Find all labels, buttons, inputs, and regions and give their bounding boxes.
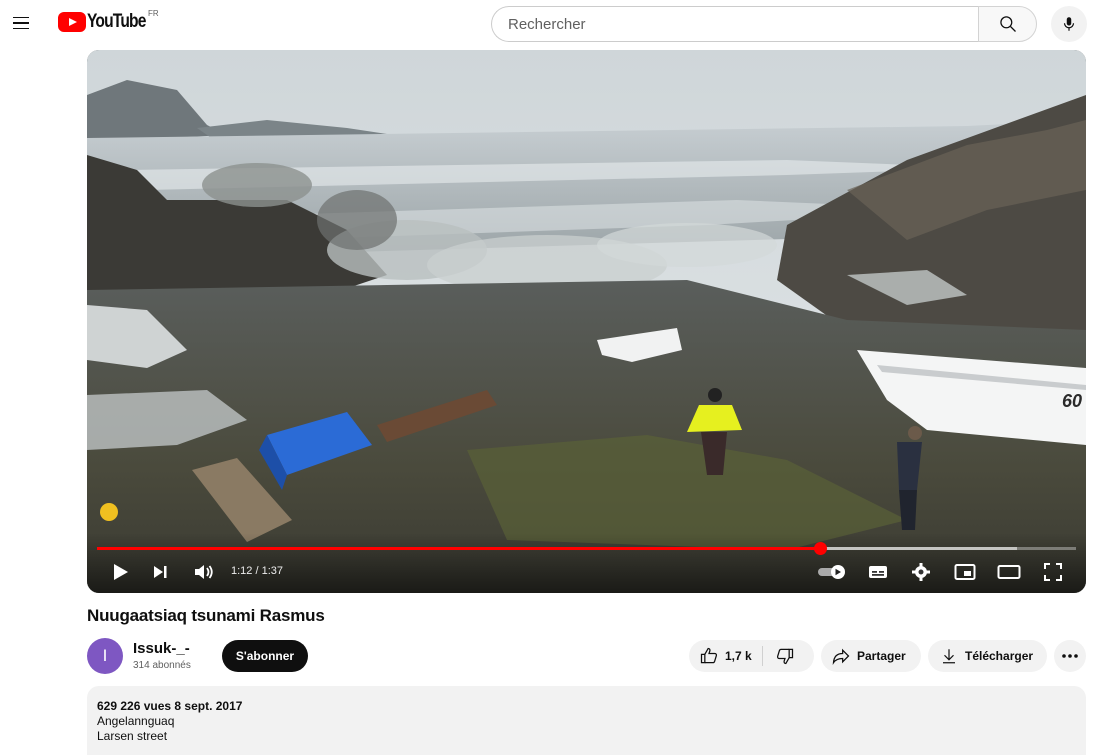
region-code: FR: [148, 9, 159, 18]
next-button[interactable]: [149, 560, 171, 584]
volume-icon: [195, 565, 213, 579]
share-icon: [832, 648, 850, 665]
progress-scrubber-handle[interactable]: [813, 542, 827, 555]
youtube-logo[interactable]: YouTube: [58, 11, 158, 33]
theater-mode-icon: [997, 565, 1021, 579]
play-icon: [114, 564, 128, 580]
autoplay-toggle[interactable]: [815, 560, 849, 584]
volume-button[interactable]: [191, 560, 217, 584]
description-box[interactable]: 629 226 vues 8 sept. 2017 Angelannguaq L…: [87, 686, 1086, 755]
view-count-and-date: 629 226 vues 8 sept. 2017: [97, 699, 243, 713]
video-player[interactable]: 60 1:12 / 1:37: [87, 50, 1086, 593]
progress-bar[interactable]: [97, 542, 1076, 555]
more-horizontal-icon: [1062, 654, 1078, 658]
search-input[interactable]: [491, 6, 978, 42]
search-button[interactable]: [978, 6, 1037, 42]
youtube-play-logo-icon: [58, 12, 86, 32]
play-button[interactable]: [109, 560, 131, 584]
gear-icon: [912, 563, 930, 581]
subscribe-button[interactable]: S'abonner: [222, 640, 308, 672]
download-button[interactable]: Télécharger: [928, 640, 1047, 672]
microphone-icon: [1063, 17, 1075, 31]
boat-number: 60: [1062, 391, 1082, 411]
video-title: Nuugaatsiaq tsunami Rasmus: [87, 606, 325, 625]
played-bar: [97, 547, 820, 550]
subtitles-icon: [869, 566, 887, 578]
subscriber-count: 314 abonnés: [133, 660, 191, 671]
theater-mode-button[interactable]: [996, 560, 1022, 584]
autoplay-toggle-icon: [818, 565, 845, 579]
thumbs-down-icon: [776, 648, 793, 665]
dislike-button[interactable]: [763, 646, 795, 666]
more-actions-button[interactable]: [1054, 640, 1086, 672]
fullscreen-icon: [1044, 563, 1062, 581]
like-count: 1,7 k: [725, 649, 752, 663]
player-controls-gradient: [87, 533, 1086, 593]
fullscreen-button[interactable]: [1041, 560, 1065, 584]
video-frame: 60: [87, 50, 1086, 593]
description-line: Larsen street: [97, 729, 168, 743]
voice-search-button[interactable]: [1051, 6, 1087, 42]
subtitles-button[interactable]: [867, 560, 889, 584]
description-line: Angelannguaq: [97, 714, 175, 728]
search-bar: [491, 6, 1037, 42]
download-label: Télécharger: [965, 649, 1034, 663]
share-label: Partager: [857, 649, 906, 663]
time-display: 1:12 / 1:37: [231, 565, 283, 577]
logo-text: YouTube: [87, 11, 146, 32]
like-dislike-group: 1,7 k: [689, 640, 814, 672]
settings-button[interactable]: [910, 560, 932, 584]
channel-avatar[interactable]: I: [87, 638, 123, 674]
miniplayer-icon: [954, 564, 976, 580]
hamburger-menu-icon[interactable]: [13, 12, 35, 34]
thumbs-up-icon: [700, 647, 718, 664]
like-button[interactable]: 1,7 k: [689, 646, 763, 666]
channel-name[interactable]: Issuk-_-: [133, 640, 190, 657]
next-icon: [154, 566, 167, 578]
share-button[interactable]: Partager: [821, 640, 921, 672]
search-icon: [999, 16, 1016, 32]
miniplayer-button[interactable]: [953, 560, 977, 584]
top-bar: YouTube FR: [0, 0, 1100, 48]
download-icon: [943, 649, 955, 664]
